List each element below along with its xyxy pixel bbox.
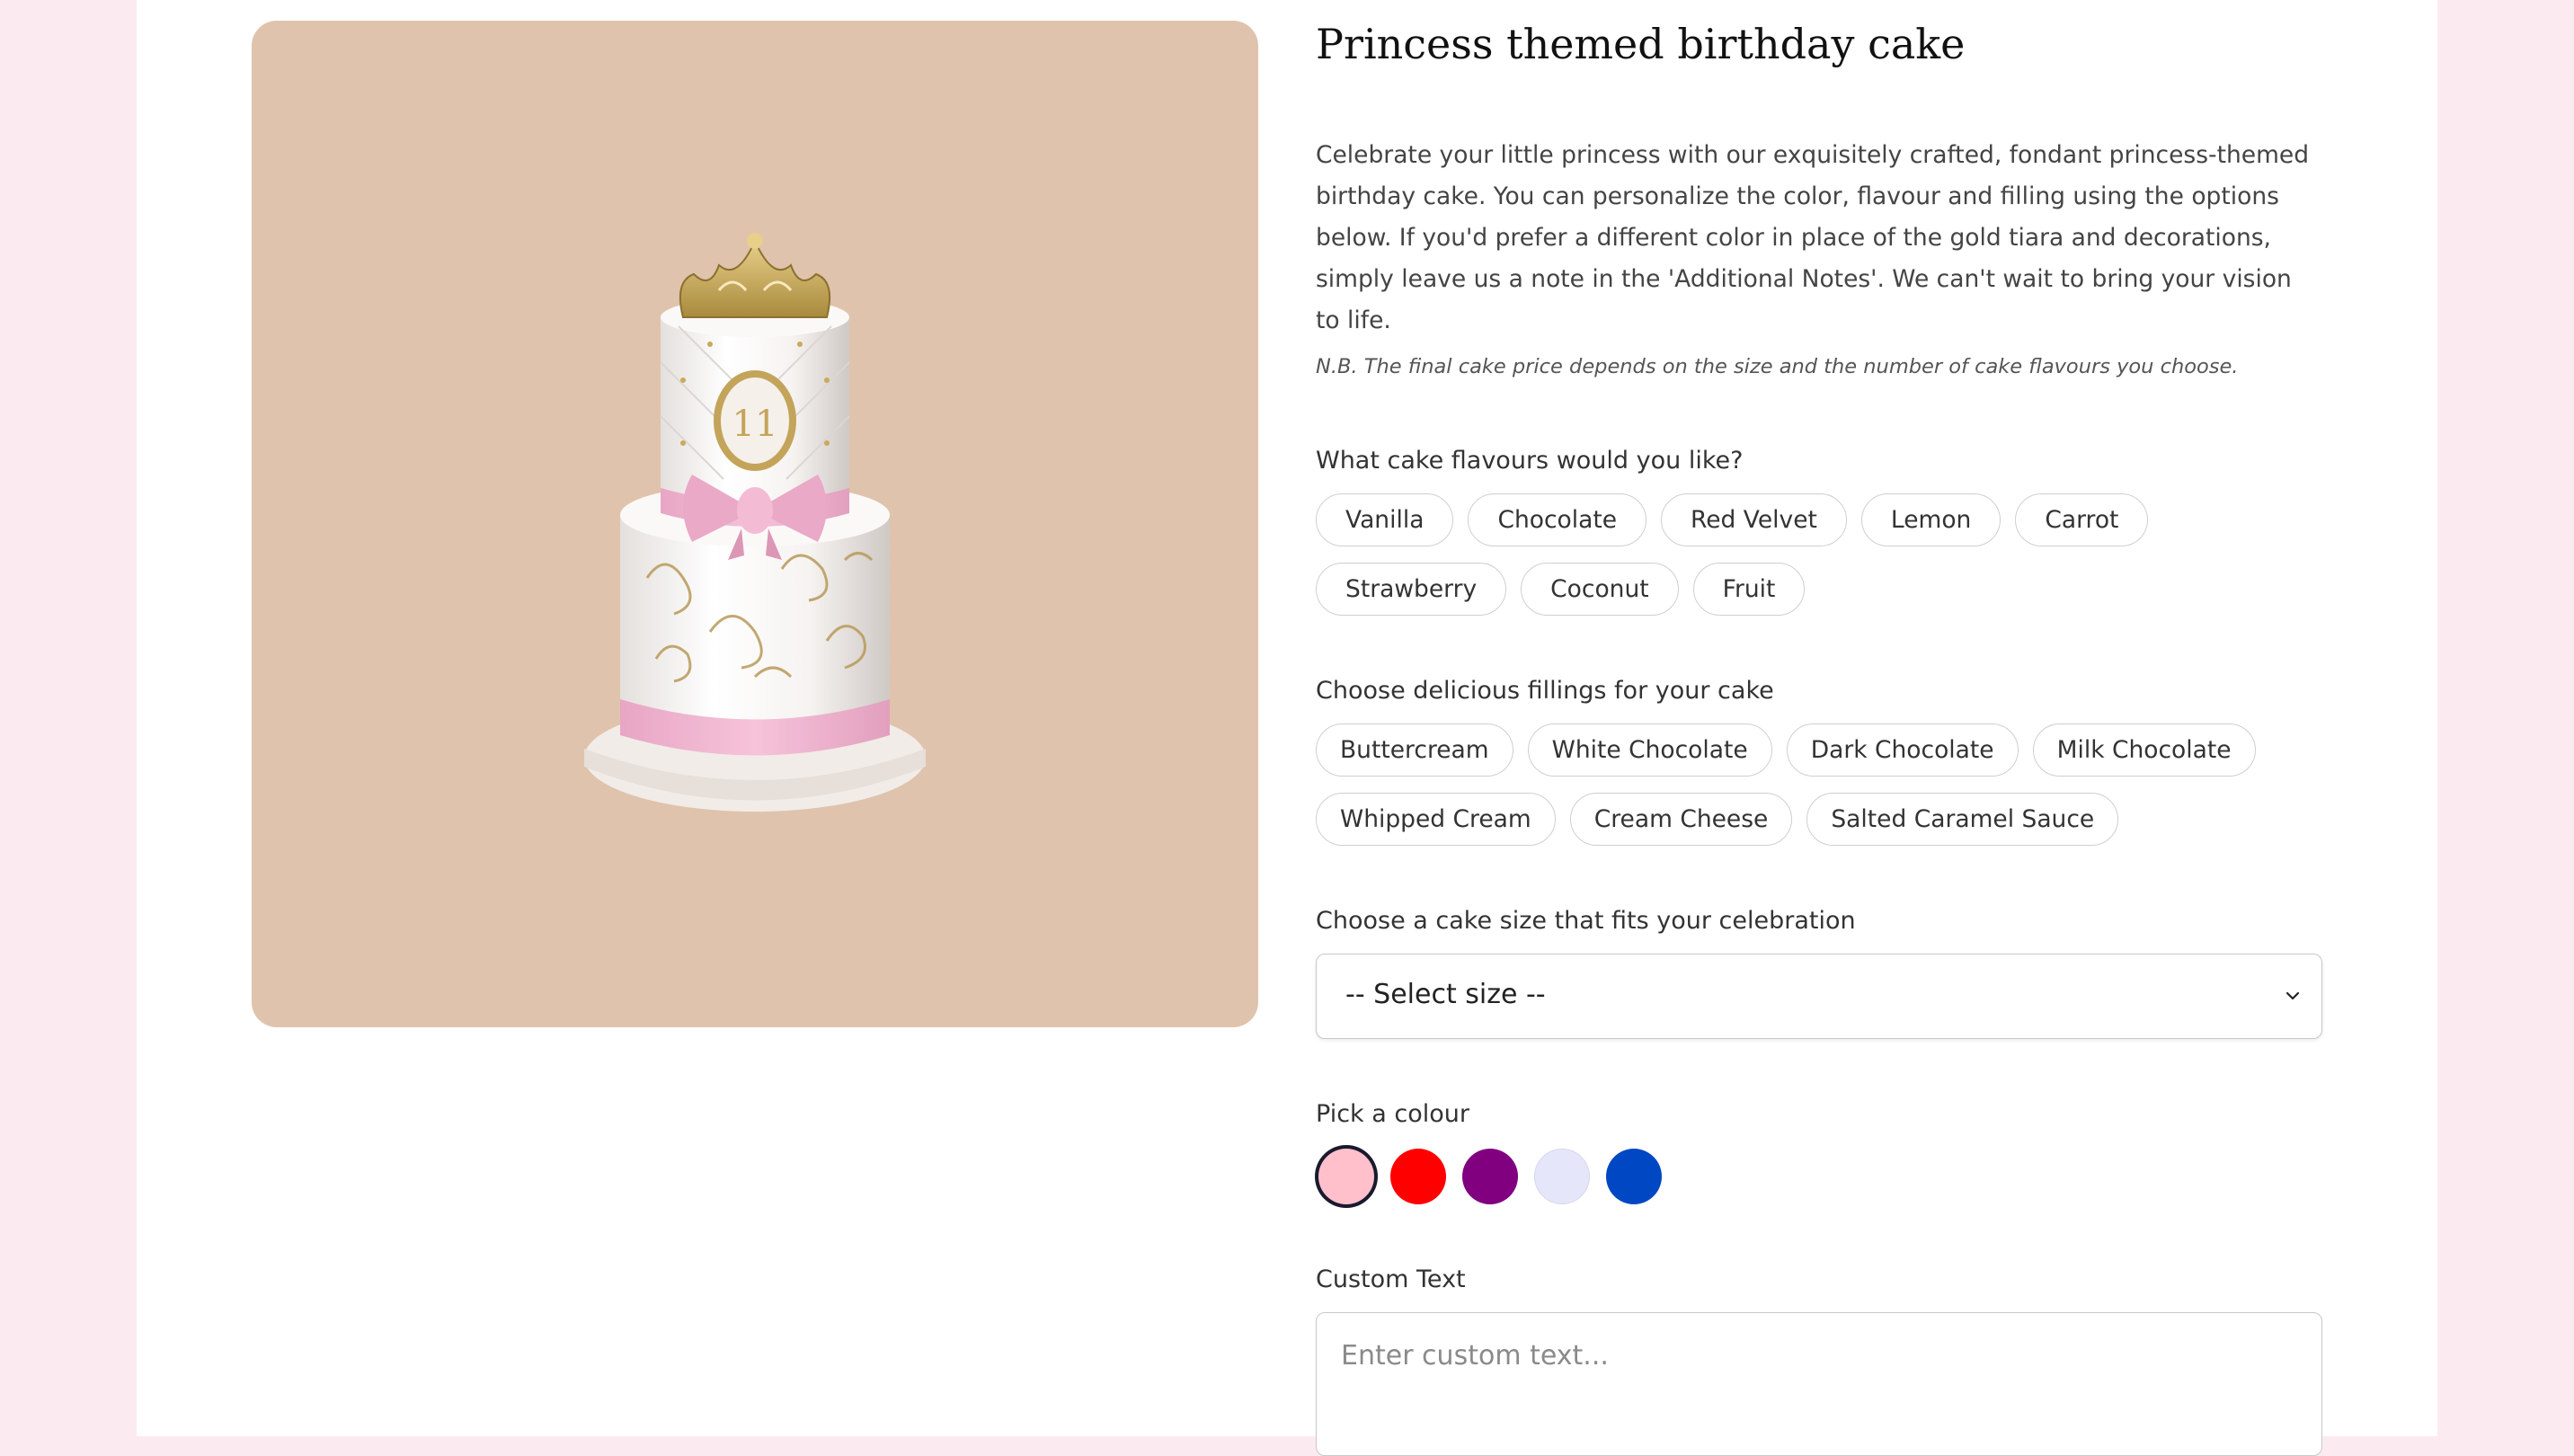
- colour-swatch-pink[interactable]: [1318, 1149, 1374, 1204]
- fillings-label: Choose delicious fillings for your cake: [1316, 677, 1774, 705]
- size-label: Choose a cake size that fits your celebr…: [1316, 907, 1856, 935]
- filling-option-cream-cheese[interactable]: Cream Cheese: [1569, 793, 1793, 846]
- size-select-value: -- Select size --: [1345, 979, 1546, 1010]
- colour-swatch-purple[interactable]: [1462, 1149, 1518, 1204]
- filling-option-buttercream[interactable]: Buttercream: [1316, 724, 1513, 777]
- product-page: 11 Princess themed birthday cake Celebra…: [137, 0, 2437, 1456]
- custom-text-label: Custom Text: [1316, 1265, 1466, 1293]
- flavour-option-chocolate[interactable]: Chocolate: [1468, 493, 1647, 546]
- price-note: N.B. The final cake price depends on the…: [1316, 355, 2239, 378]
- flavour-option-fruit[interactable]: Fruit: [1692, 563, 1806, 616]
- product-image: 11: [252, 21, 1258, 1027]
- tiara: [679, 233, 830, 318]
- flavour-options: Vanilla Chocolate Red Velvet Lemon Carro…: [1316, 493, 2322, 616]
- filling-option-white-chocolate[interactable]: White Chocolate: [1527, 724, 1772, 777]
- colour-swatch-lavender[interactable]: [1534, 1149, 1590, 1204]
- colour-swatch-red[interactable]: [1390, 1149, 1446, 1204]
- cake-illustration: 11: [584, 233, 926, 812]
- flavour-option-red-velvet[interactable]: Red Velvet: [1661, 493, 1847, 546]
- flavour-option-coconut[interactable]: Coconut: [1521, 563, 1679, 616]
- filling-options: Buttercream White Chocolate Dark Chocola…: [1316, 724, 2322, 846]
- colour-label: Pick a colour: [1316, 1100, 1469, 1128]
- flavour-option-carrot[interactable]: Carrot: [2015, 493, 2149, 546]
- filling-option-salted-caramel-sauce[interactable]: Salted Caramel Sauce: [1806, 793, 2119, 846]
- filling-option-whipped-cream[interactable]: Whipped Cream: [1316, 793, 1556, 846]
- flavour-option-strawberry[interactable]: Strawberry: [1316, 563, 1507, 616]
- custom-text-placeholder: Enter custom text...: [1341, 1340, 1609, 1372]
- product-description: Celebrate your little princess with our …: [1316, 141, 2310, 334]
- product-title: Princess themed birthday cake: [1316, 20, 1966, 68]
- flavour-option-lemon[interactable]: Lemon: [1860, 493, 2002, 546]
- custom-text-input[interactable]: Enter custom text...: [1316, 1312, 2322, 1456]
- colour-swatch-blue[interactable]: [1606, 1149, 1662, 1204]
- flavour-option-vanilla[interactable]: Vanilla: [1316, 493, 1454, 546]
- colour-swatches: [1316, 1149, 2322, 1208]
- filling-option-milk-chocolate[interactable]: Milk Chocolate: [2032, 724, 2256, 777]
- monogram-text: 11: [732, 404, 778, 445]
- chevron-down-icon: [2286, 991, 2300, 1000]
- filling-option-dark-chocolate[interactable]: Dark Chocolate: [1786, 724, 2019, 777]
- flavours-label: What cake flavours would you like?: [1316, 447, 1744, 475]
- size-select[interactable]: -- Select size --: [1316, 954, 2322, 1039]
